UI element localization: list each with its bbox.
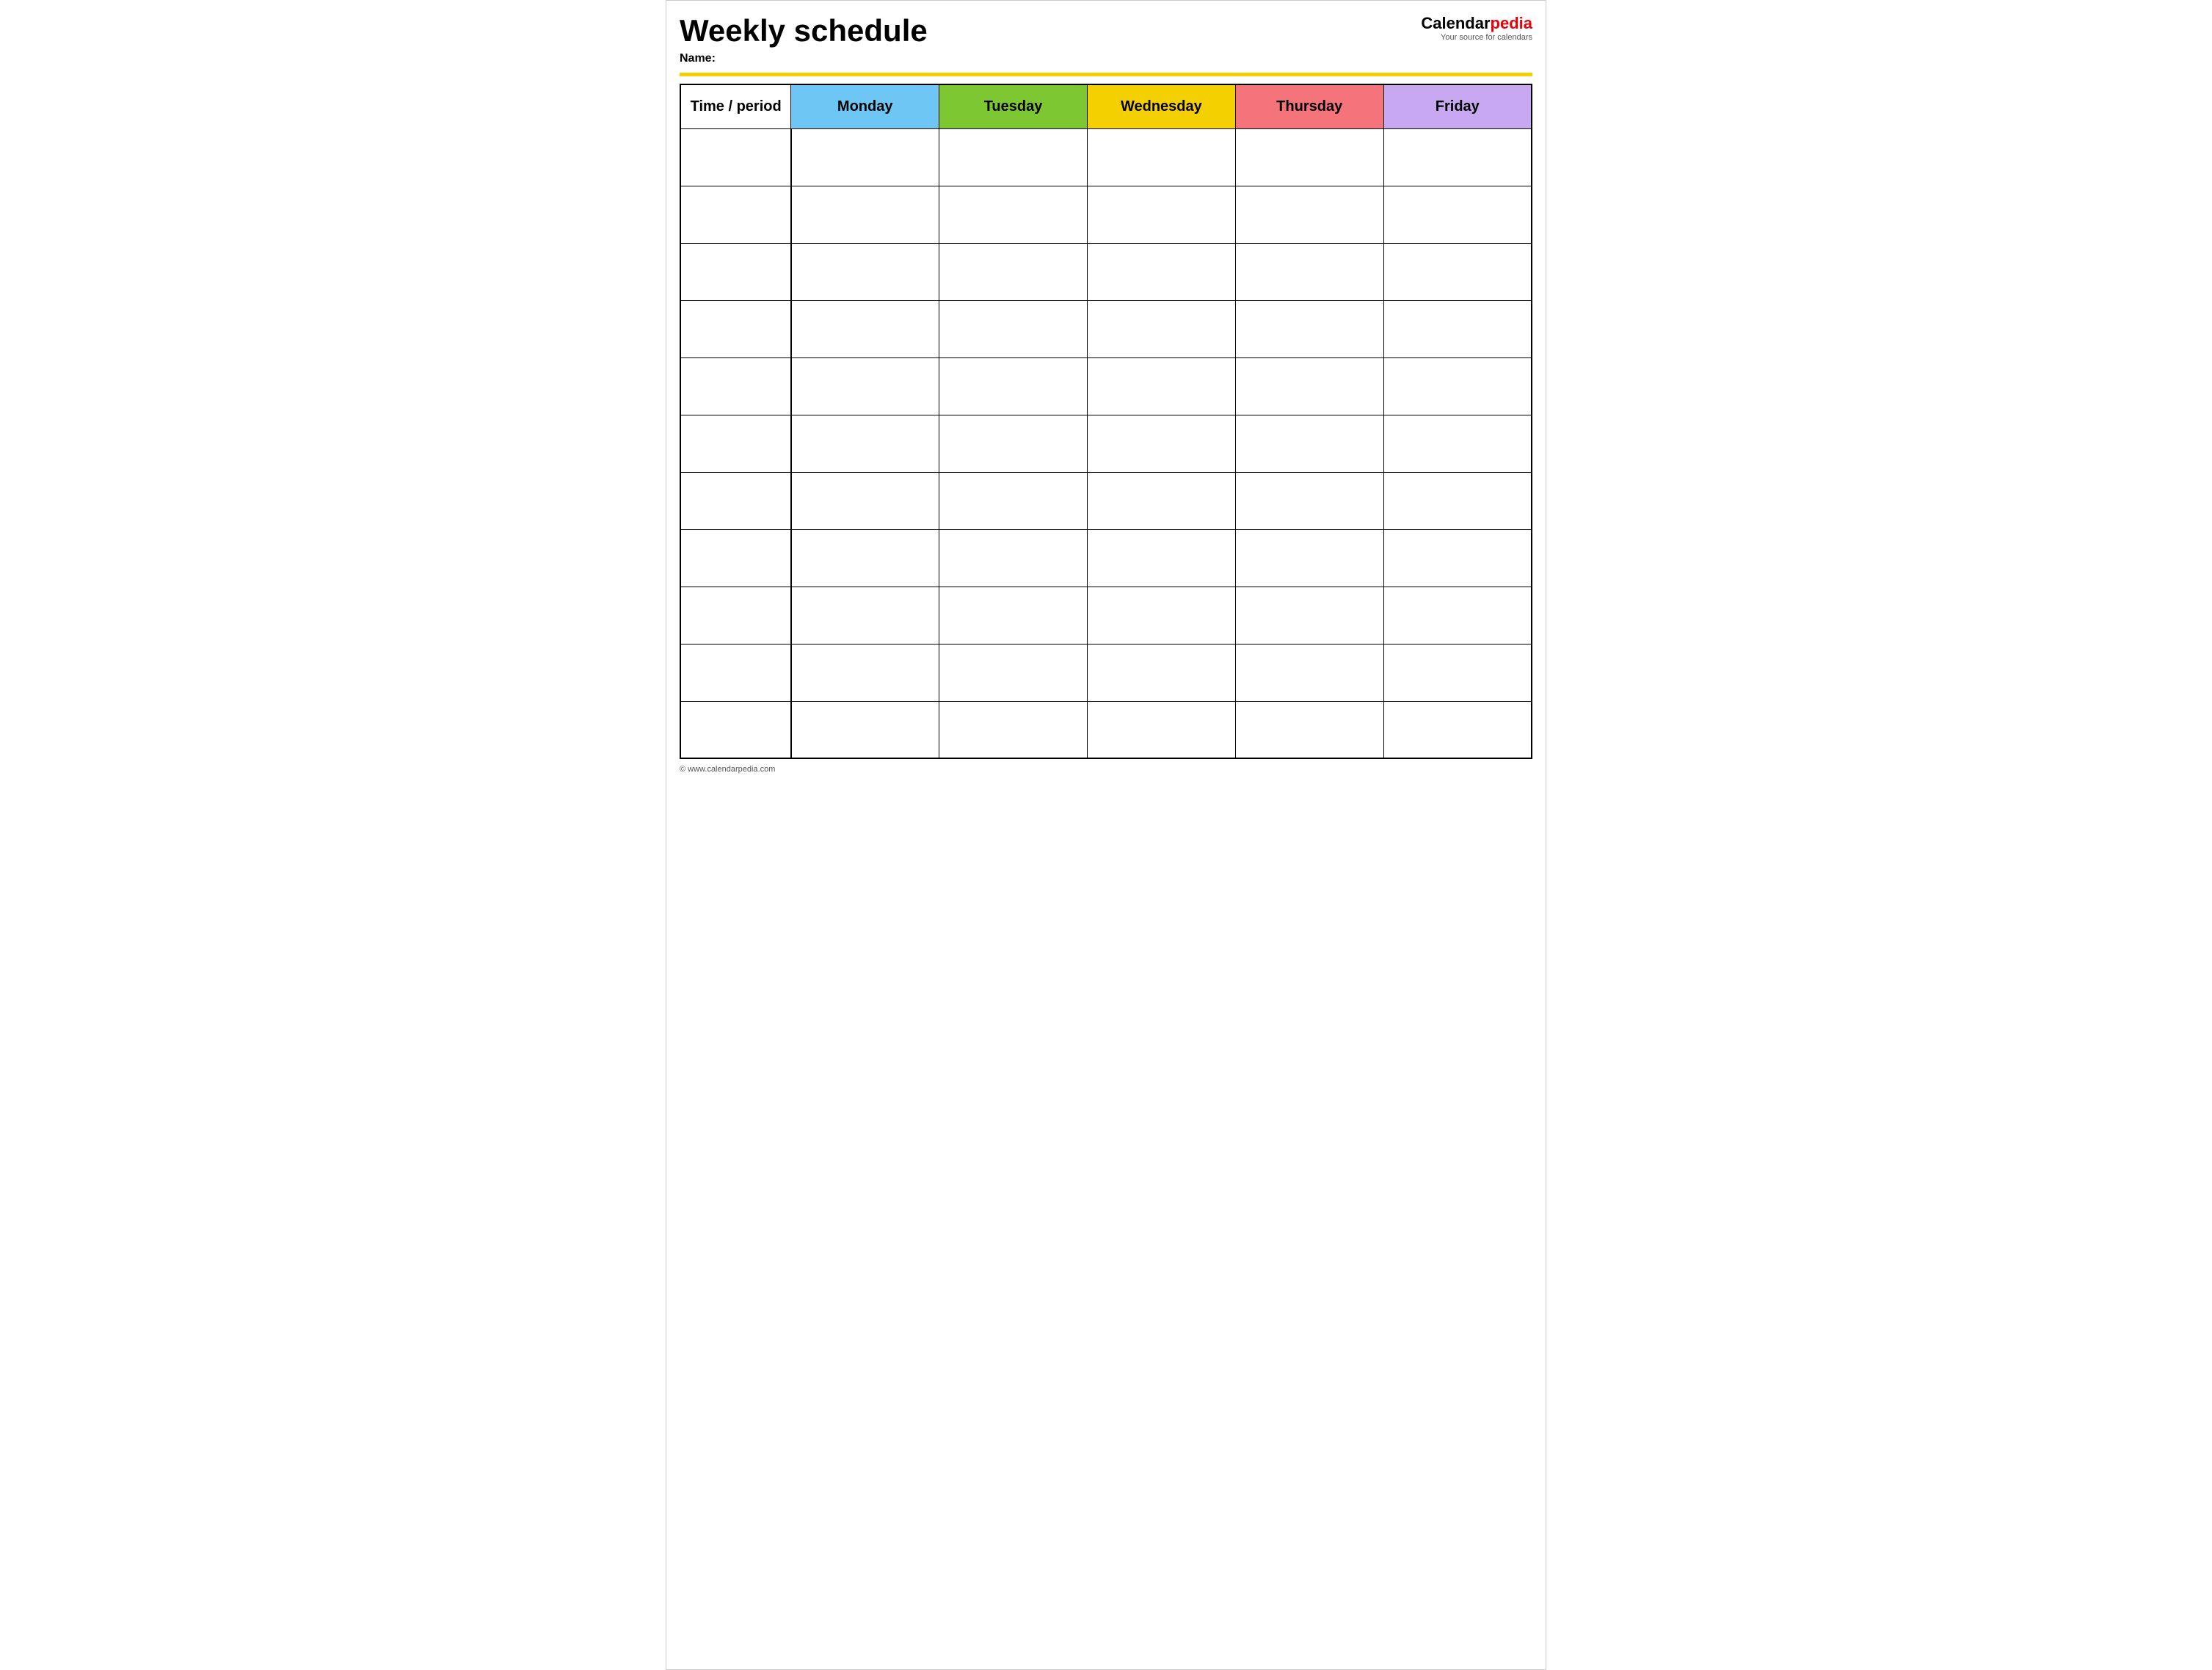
table-row: [680, 701, 1532, 758]
schedule-cell[interactable]: [1383, 587, 1532, 644]
schedule-cell[interactable]: [1235, 529, 1383, 587]
table-row: [680, 587, 1532, 644]
table-row: [680, 243, 1532, 300]
yellow-divider: [680, 73, 1532, 76]
schedule-cell[interactable]: [1235, 243, 1383, 300]
schedule-cell[interactable]: [939, 701, 1088, 758]
schedule-cell[interactable]: [939, 587, 1088, 644]
col-header-wednesday: Wednesday: [1087, 84, 1235, 128]
schedule-cell[interactable]: [1383, 701, 1532, 758]
schedule-cell[interactable]: [1235, 472, 1383, 529]
schedule-cell[interactable]: [1235, 587, 1383, 644]
name-label: Name:: [680, 52, 1406, 65]
time-cell[interactable]: [680, 357, 791, 415]
logo-calendar: Calendar: [1421, 14, 1490, 32]
footer: © www.calendarpedia.com: [680, 765, 1532, 774]
schedule-cell[interactable]: [1383, 644, 1532, 701]
logo-section: Calendarpedia Your source for calendars: [1406, 14, 1532, 42]
schedule-cell[interactable]: [939, 243, 1088, 300]
schedule-cell[interactable]: [1383, 186, 1532, 243]
footer-url: © www.calendarpedia.com: [680, 765, 775, 774]
schedule-cell[interactable]: [1235, 128, 1383, 186]
schedule-cell[interactable]: [1235, 701, 1383, 758]
col-header-monday: Monday: [791, 84, 939, 128]
schedule-cell[interactable]: [1383, 128, 1532, 186]
col-header-time: Time / period: [680, 84, 791, 128]
title-section: Weekly schedule Name:: [680, 14, 1406, 65]
table-row: [680, 644, 1532, 701]
schedule-cell[interactable]: [1235, 644, 1383, 701]
schedule-cell[interactable]: [1383, 357, 1532, 415]
schedule-cell[interactable]: [791, 529, 939, 587]
time-cell[interactable]: [680, 472, 791, 529]
schedule-table: Time / period Monday Tuesday Wednesday T…: [680, 84, 1532, 759]
schedule-cell[interactable]: [1383, 243, 1532, 300]
schedule-cell[interactable]: [939, 415, 1088, 472]
time-cell[interactable]: [680, 644, 791, 701]
schedule-cell[interactable]: [1087, 300, 1235, 357]
schedule-cell[interactable]: [791, 415, 939, 472]
col-header-tuesday: Tuesday: [939, 84, 1088, 128]
table-row: [680, 415, 1532, 472]
schedule-cell[interactable]: [1087, 644, 1235, 701]
schedule-cell[interactable]: [791, 644, 939, 701]
table-row: [680, 529, 1532, 587]
logo-tagline: Your source for calendars: [1421, 33, 1532, 42]
schedule-cell[interactable]: [791, 300, 939, 357]
schedule-cell[interactable]: [939, 128, 1088, 186]
time-cell[interactable]: [680, 243, 791, 300]
schedule-cell[interactable]: [1087, 128, 1235, 186]
page: Weekly schedule Name: Calendarpedia Your…: [666, 0, 1546, 1670]
schedule-cell[interactable]: [939, 472, 1088, 529]
schedule-cell[interactable]: [791, 701, 939, 758]
logo-brand: Calendarpedia: [1421, 14, 1532, 33]
schedule-cell[interactable]: [1235, 300, 1383, 357]
schedule-cell[interactable]: [939, 644, 1088, 701]
schedule-cell[interactable]: [1087, 357, 1235, 415]
schedule-cell[interactable]: [1235, 415, 1383, 472]
schedule-cell[interactable]: [1087, 587, 1235, 644]
schedule-cell[interactable]: [1087, 243, 1235, 300]
col-header-thursday: Thursday: [1235, 84, 1383, 128]
time-cell[interactable]: [680, 587, 791, 644]
schedule-cell[interactable]: [1383, 300, 1532, 357]
page-title: Weekly schedule: [680, 14, 1406, 48]
time-cell[interactable]: [680, 415, 791, 472]
schedule-cell[interactable]: [1235, 186, 1383, 243]
time-cell[interactable]: [680, 300, 791, 357]
logo-pedia: pedia: [1491, 14, 1532, 32]
schedule-cell[interactable]: [1087, 701, 1235, 758]
table-row: [680, 357, 1532, 415]
table-body: [680, 128, 1532, 758]
schedule-cell[interactable]: [791, 472, 939, 529]
schedule-cell[interactable]: [1235, 357, 1383, 415]
schedule-cell[interactable]: [1383, 415, 1532, 472]
table-row: [680, 472, 1532, 529]
table-header-row: Time / period Monday Tuesday Wednesday T…: [680, 84, 1532, 128]
table-row: [680, 128, 1532, 186]
schedule-cell[interactable]: [791, 243, 939, 300]
time-cell[interactable]: [680, 186, 791, 243]
schedule-cell[interactable]: [939, 529, 1088, 587]
time-cell[interactable]: [680, 701, 791, 758]
col-header-friday: Friday: [1383, 84, 1532, 128]
table-row: [680, 300, 1532, 357]
schedule-cell[interactable]: [939, 186, 1088, 243]
schedule-cell[interactable]: [791, 587, 939, 644]
schedule-cell[interactable]: [1087, 529, 1235, 587]
table-row: [680, 186, 1532, 243]
schedule-cell[interactable]: [1383, 529, 1532, 587]
time-cell[interactable]: [680, 128, 791, 186]
schedule-cell[interactable]: [939, 300, 1088, 357]
schedule-cell[interactable]: [791, 357, 939, 415]
time-cell[interactable]: [680, 529, 791, 587]
page-header: Weekly schedule Name: Calendarpedia Your…: [680, 14, 1532, 65]
schedule-cell[interactable]: [1087, 415, 1235, 472]
schedule-cell[interactable]: [1383, 472, 1532, 529]
schedule-cell[interactable]: [939, 357, 1088, 415]
schedule-cell[interactable]: [1087, 186, 1235, 243]
schedule-cell[interactable]: [791, 186, 939, 243]
schedule-cell[interactable]: [1087, 472, 1235, 529]
schedule-cell[interactable]: [791, 128, 939, 186]
